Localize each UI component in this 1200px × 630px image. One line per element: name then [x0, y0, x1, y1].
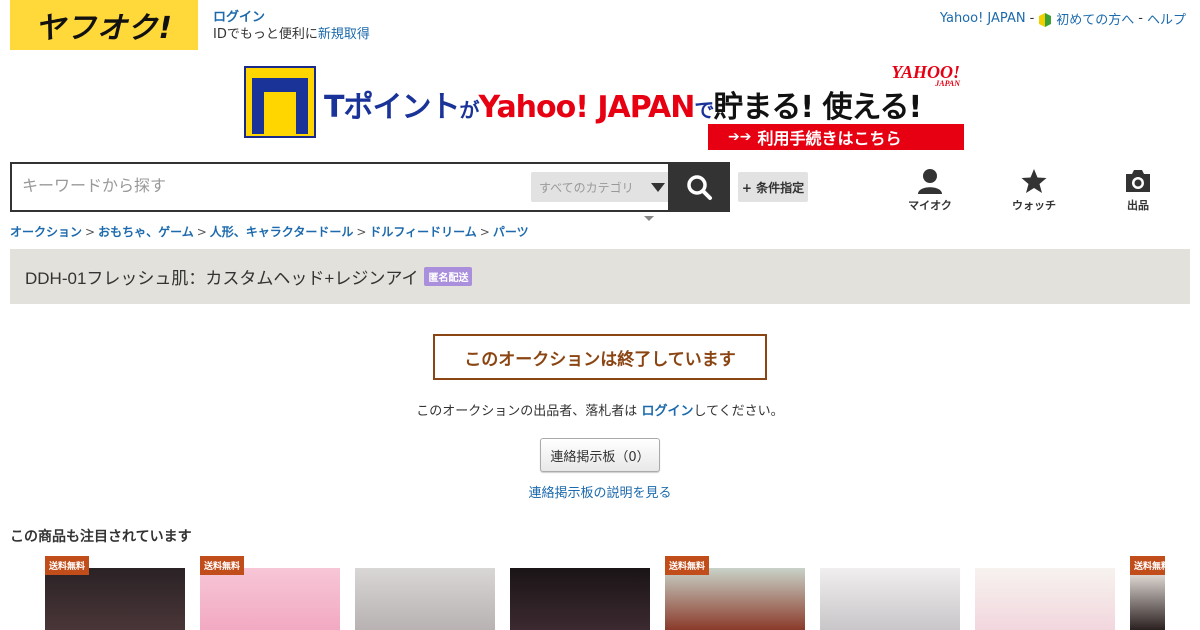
board-help-link[interactable]: 連絡掲示板の説明を見る	[528, 486, 671, 501]
login-link[interactable]: ログイン	[213, 10, 265, 25]
tpoint-banner[interactable]: TポイントがYahoo! JAPANで貯まる! 使える! YAHOO! JAPA…	[244, 62, 966, 152]
board-help-wrap: 連絡掲示板の説明を見る	[0, 482, 1200, 501]
help-link[interactable]: ヘルプ	[1147, 9, 1186, 28]
related-item[interactable]	[975, 556, 1115, 630]
breadcrumb-item[interactable]: ドルフィードリーム	[369, 225, 476, 239]
related-section-title: この商品も注目されています	[10, 529, 192, 545]
register-link[interactable]: 新規取得	[318, 27, 370, 42]
banner-cta[interactable]: ➔➔ 利用手続きはこちら	[708, 124, 964, 150]
related-item[interactable]	[820, 556, 960, 630]
nav-watch-label: ウォッチ	[1012, 199, 1056, 212]
dropdown-hint-icon	[644, 216, 654, 221]
related-item-image	[45, 568, 185, 630]
nav-myauc[interactable]: マイオク	[900, 168, 960, 213]
condition-button[interactable]: + 条件指定	[738, 172, 808, 202]
related-item[interactable]: 送料無料	[45, 556, 185, 630]
chevron-down-icon	[651, 183, 665, 192]
anonymous-shipping-badge: 匿名配送	[424, 267, 473, 286]
ended-login-link[interactable]: ログイン	[641, 404, 693, 419]
search-icon	[687, 175, 712, 200]
separator: -	[1138, 11, 1143, 26]
message-board-button[interactable]: 連絡掲示板（0）	[540, 438, 660, 472]
related-item-image	[200, 568, 340, 630]
logo-text: ヤフオク!	[34, 11, 174, 46]
related-item[interactable]: 送料無料	[1130, 556, 1165, 630]
breadcrumb: オークション > おもちゃ、ゲーム > 人形、キャラクタードール > ドルフィードリーム > パ…	[10, 225, 529, 239]
star-icon	[1021, 169, 1047, 193]
beginner-link[interactable]: 初めての方へ	[1056, 9, 1134, 28]
yahoo-japan-link[interactable]: Yahoo! JAPAN	[940, 11, 1026, 26]
related-item-image	[355, 568, 495, 630]
related-items: 送料無料 送料無料 送料無料 送料無料	[45, 556, 1165, 630]
top-links: Yahoo! JAPAN - 初めての方へ - ヘルプ	[940, 9, 1186, 28]
item-title-band: DDH-01フレッシュ肌：カスタムヘッド+レジンアイ 匿名配送	[10, 249, 1190, 304]
nav-sell[interactable]: 出品	[1108, 168, 1168, 213]
free-shipping-badge: 送料無料	[200, 556, 245, 575]
free-shipping-badge: 送料無料	[1130, 556, 1165, 575]
yahoo-japan-logo: YAHOO! JAPAN	[891, 62, 960, 88]
banner-headline: TポイントがYahoo! JAPANで貯まる! 使える!	[324, 90, 922, 125]
related-item[interactable]	[355, 556, 495, 630]
nav-watch[interactable]: ウォッチ	[1004, 168, 1064, 213]
yahuoku-logo[interactable]: ヤフオク!	[10, 0, 198, 50]
login-box: ログイン IDでもっと便利に新規取得	[213, 9, 370, 43]
arrow-right-icon: ➔➔	[728, 129, 752, 145]
related-item[interactable]	[510, 556, 650, 630]
item-title: DDH-01フレッシュ肌：カスタムヘッド+レジンアイ	[25, 269, 419, 288]
related-item-image	[510, 568, 650, 630]
search-button[interactable]	[668, 162, 730, 212]
related-item-image	[1130, 568, 1165, 630]
breadcrumb-item[interactable]: オークション	[10, 225, 82, 239]
category-select-label: すべてのカテゴリ	[539, 180, 634, 195]
tpoint-logo-icon	[244, 66, 316, 138]
related-item-image	[820, 568, 960, 630]
ended-message: このオークションの出品者、落札者は ログインしてください。	[416, 404, 784, 419]
related-item-image	[975, 568, 1115, 630]
auction-ended-notice: このオークションは終了しています	[433, 334, 767, 380]
banner-cta-label: 利用手続きはこちら	[757, 129, 902, 148]
camera-icon	[1126, 170, 1150, 192]
login-sub-text: IDでもっと便利に	[213, 27, 318, 42]
beginner-mark-icon	[1039, 12, 1052, 27]
breadcrumb-item[interactable]: 人形、キャラクタードール	[210, 225, 354, 239]
nav-sell-label: 出品	[1127, 199, 1149, 212]
breadcrumb-item[interactable]: パーツ	[493, 225, 529, 239]
search-bar: すべてのカテゴリ	[10, 162, 730, 212]
free-shipping-badge: 送料無料	[45, 556, 90, 575]
related-item-image	[665, 568, 805, 630]
category-select[interactable]: すべてのカテゴリ	[531, 172, 673, 202]
related-item[interactable]: 送料無料	[200, 556, 340, 630]
user-icon	[918, 169, 942, 194]
nav-myauc-label: マイオク	[908, 199, 952, 212]
free-shipping-badge: 送料無料	[665, 556, 710, 575]
separator: -	[1029, 11, 1035, 26]
related-item[interactable]: 送料無料	[665, 556, 805, 630]
breadcrumb-item[interactable]: おもちゃ、ゲーム	[98, 225, 194, 239]
